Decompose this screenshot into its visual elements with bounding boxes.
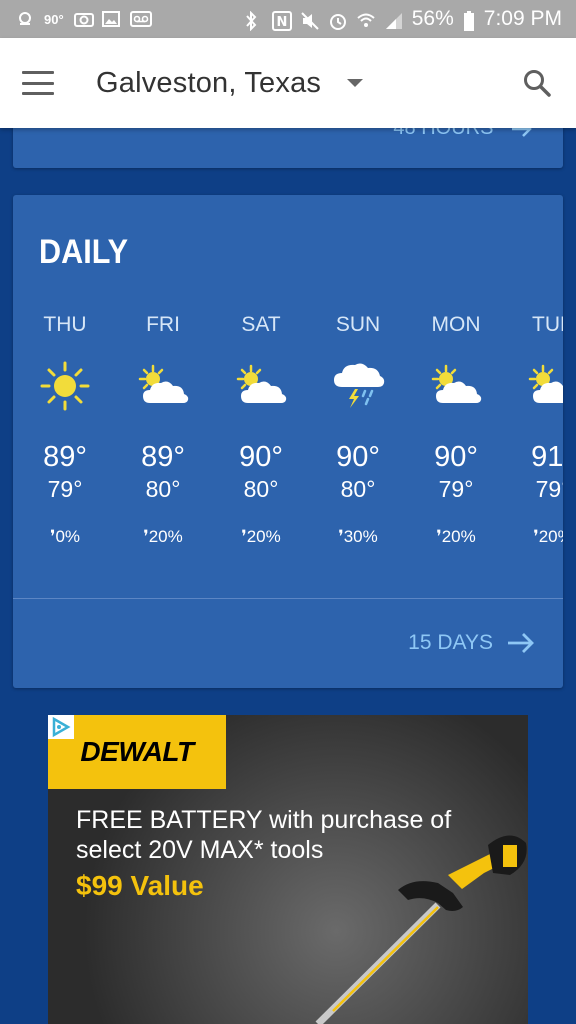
day-low: 79° <box>535 476 563 502</box>
divider <box>13 598 563 599</box>
day-name: TUE <box>532 313 563 336</box>
day-precip: ❜20% <box>533 527 563 546</box>
day-high: 90° <box>239 441 283 473</box>
partly-cloudy-icon <box>428 361 484 411</box>
day-high: 90° <box>336 441 380 473</box>
ad-price: $99 Value <box>76 870 204 901</box>
day-low: 79° <box>47 476 83 502</box>
day-precip: ❜20% <box>143 527 183 546</box>
partly-cloudy-icon <box>233 361 289 411</box>
day-name: THU <box>43 313 87 336</box>
adchoices-icon[interactable] <box>48 715 74 739</box>
search-icon[interactable] <box>522 68 552 98</box>
day-high: 89° <box>141 441 185 473</box>
app-notification-icon <box>16 11 34 27</box>
day-high: 90° <box>434 441 478 473</box>
day-precip: ❜20% <box>436 527 476 546</box>
svg-text:N: N <box>276 15 287 30</box>
ad-brand-text: DEWALT <box>80 736 194 767</box>
day-high: 89° <box>43 441 87 473</box>
menu-icon[interactable] <box>22 71 54 95</box>
fifteen-days-label: 15 DAYS <box>408 631 493 654</box>
day-high: 91° <box>531 441 563 473</box>
day-sat[interactable]: SAT 90° 80° ❜20% <box>216 313 306 547</box>
battery-icon <box>463 11 474 31</box>
image-icon <box>101 11 120 27</box>
alarm-icon <box>328 11 346 30</box>
arrow-right-icon <box>508 633 534 653</box>
mute-icon <box>300 11 319 30</box>
daily-title: DAILY <box>39 233 129 271</box>
bluetooth-icon <box>244 10 262 32</box>
nfc-icon: N <box>271 11 292 31</box>
location-dropdown-icon[interactable] <box>347 79 364 87</box>
sun-icon <box>37 361 93 411</box>
trimmer-product-image <box>248 815 528 1024</box>
app-bar: Galveston, Texas <box>0 38 576 128</box>
day-thu[interactable]: THU 89° 79° ❜0% <box>20 313 110 547</box>
day-sun[interactable]: SUN 90° 80° ❜30% <box>313 313 403 547</box>
battery-percent: 56% <box>411 7 454 30</box>
day-low: 80° <box>145 476 181 502</box>
day-fri[interactable]: FRI 89° 80° ❜20% <box>118 313 208 547</box>
day-name: SUN <box>335 313 381 336</box>
status-bar: 90° N 56% 7:09 PM <box>0 0 576 38</box>
wifi-icon <box>356 11 375 27</box>
daily-forecast-card: DAILY THU 89° 79° ❜0% FRI 89° 80° ❜20% S… <box>13 195 563 688</box>
day-low: 80° <box>340 476 376 502</box>
fifteen-days-link[interactable]: 15 DAYS <box>408 631 535 655</box>
daily-forecast-list[interactable]: THU 89° 79° ❜0% FRI 89° 80° ❜20% SAT 90°… <box>13 313 563 553</box>
signal-icon <box>384 11 402 29</box>
day-name: MON <box>431 313 481 336</box>
temp-notification: 90° <box>44 11 64 27</box>
thunderstorm-icon <box>330 361 386 411</box>
clock: 7:09 PM <box>483 7 562 30</box>
day-low: 80° <box>243 476 279 502</box>
day-precip: ❜0% <box>49 527 81 546</box>
day-tue[interactable]: TUE 91° 79° ❜20% <box>508 313 563 547</box>
ad-banner[interactable]: DEWALT FREE BATTERY with purchase of sel… <box>48 715 528 1024</box>
day-precip: ❜20% <box>241 527 281 546</box>
partly-cloudy-icon <box>525 361 563 411</box>
partly-cloudy-icon <box>135 361 191 411</box>
day-precip: ❜30% <box>338 527 378 546</box>
ad-brand-logo: DEWALT <box>48 715 226 789</box>
voicemail-icon <box>129 11 152 27</box>
day-name: FRI <box>146 313 180 336</box>
day-name: SAT <box>241 313 281 336</box>
day-mon[interactable]: MON 90° 79° ❜20% <box>411 313 501 547</box>
day-low: 79° <box>438 476 474 502</box>
camera-icon <box>73 11 94 27</box>
location-title[interactable]: Galveston, Texas <box>96 67 321 100</box>
